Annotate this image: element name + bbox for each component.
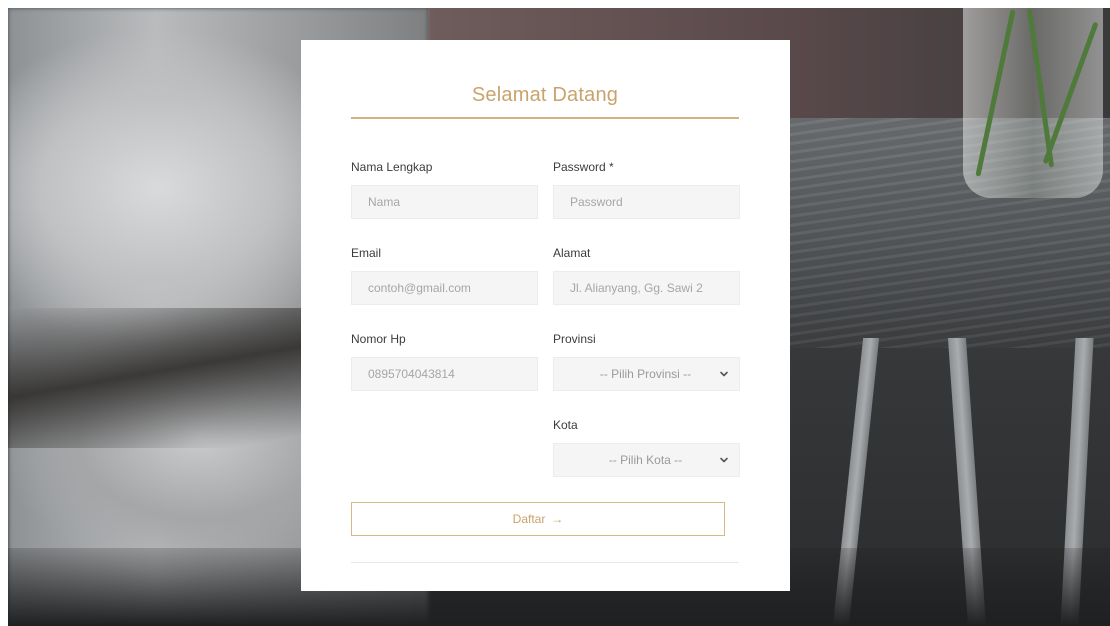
email-input[interactable] [351, 271, 538, 305]
alamat-label: Alamat [553, 246, 591, 260]
provinsi-select[interactable]: -- Pilih Provinsi -- [553, 357, 740, 391]
chevron-down-icon [720, 371, 728, 377]
kota-label: Kota [553, 418, 578, 432]
daftar-button[interactable]: Daftar → [351, 502, 725, 536]
form-title: Selamat Datang [471, 84, 619, 106]
arrow-right-icon: → [551, 512, 564, 526]
title-underline [351, 117, 739, 119]
password-label: Password * [553, 160, 614, 174]
provinsi-label: Provinsi [553, 332, 596, 346]
email-label: Email [351, 246, 382, 260]
background-shadow [8, 308, 348, 448]
nomor-hp-input[interactable] [351, 357, 538, 391]
registration-card: Selamat Datang Nama Lengkap Password * E… [301, 40, 790, 591]
daftar-button-label: Daftar [512, 512, 546, 526]
chevron-down-icon [720, 457, 728, 463]
nama-input[interactable] [351, 185, 538, 219]
divider [351, 562, 739, 563]
provinsi-selected-value: -- Pilih Provinsi -- [599, 367, 692, 381]
password-input[interactable] [553, 185, 740, 219]
kota-selected-value: -- Pilih Kota -- [608, 453, 683, 467]
nama-label: Nama Lengkap [351, 160, 433, 174]
nomor-hp-label: Nomor Hp [351, 332, 406, 346]
kota-select[interactable]: -- Pilih Kota -- [553, 443, 740, 477]
alamat-input[interactable] [553, 271, 740, 305]
